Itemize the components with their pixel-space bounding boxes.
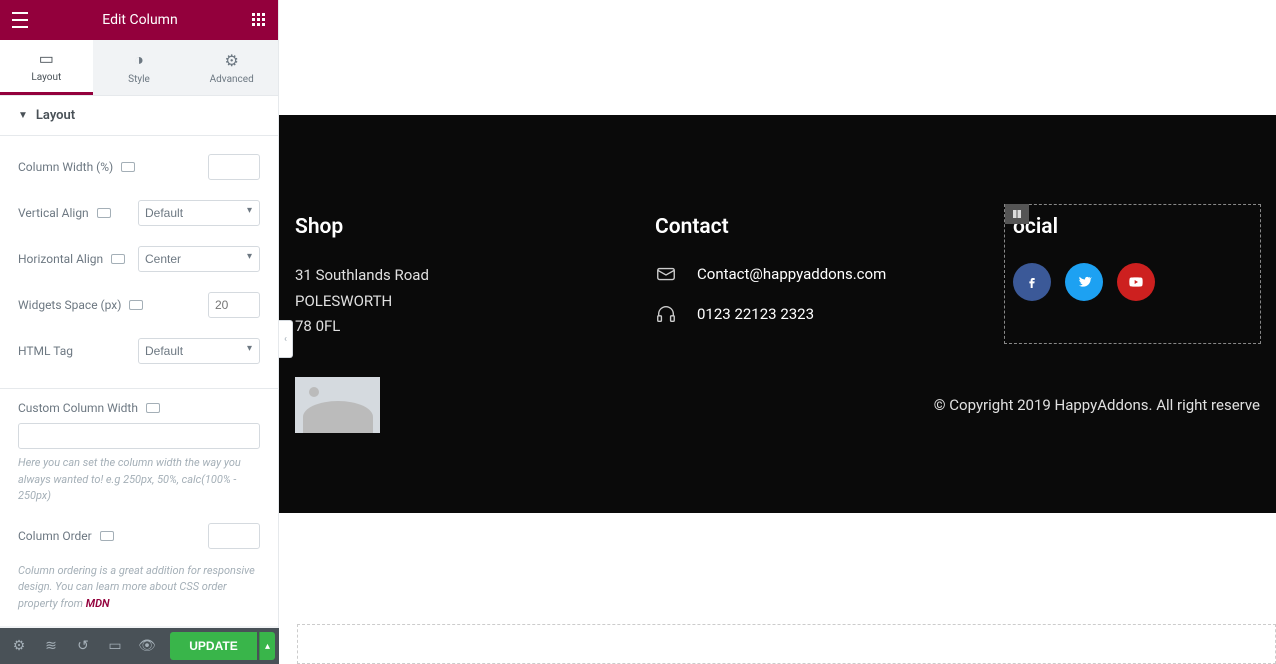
custom-width-hint: Here you can set the column width the wa… <box>18 455 260 505</box>
column-width-label: Column Width (%) <box>18 160 113 174</box>
editor-tabs: ▭ Layout ◑ Style ⚙ Advanced <box>0 40 278 96</box>
contact-phone: 0123 22123 2323 <box>697 305 814 323</box>
contact-phone-row: 0123 22123 2323 <box>655 303 945 325</box>
tab-advanced-label: Advanced <box>210 74 254 85</box>
copyright-text: © Copyright 2019 HappyAddons. All right … <box>934 396 1260 414</box>
contact-heading: Contact <box>655 215 945 239</box>
new-section-dropzone[interactable] <box>297 624 1276 664</box>
shop-address-line1: 31 Southlands Road <box>295 263 595 289</box>
social-icons-row <box>1013 263 1252 301</box>
collapse-panel-handle[interactable]: ‹ <box>279 320 293 358</box>
preview-button[interactable]: 👁 <box>132 632 162 660</box>
hamburger-menu-icon[interactable] <box>12 12 28 28</box>
youtube-icon <box>1128 274 1144 290</box>
headphones-icon <box>655 303 677 325</box>
history-button[interactable]: ↺ <box>68 632 98 660</box>
responsive-device-icon[interactable] <box>129 300 143 310</box>
column-width-row: Column Width (%) <box>18 144 260 190</box>
editor-sidebar: Edit Column ▭ Layout ◑ Style ⚙ Advanced … <box>0 0 279 664</box>
vertical-align-label: Vertical Align <box>18 206 89 220</box>
contact-email: Contact@happyaddons.com <box>697 265 886 283</box>
responsive-mode-button[interactable]: ▭ <box>100 632 130 660</box>
shop-address-line2: POLESWORTH <box>295 289 595 315</box>
elements-grid-icon[interactable] <box>252 13 266 27</box>
responsive-device-icon[interactable] <box>97 208 111 218</box>
sidebar-header: Edit Column <box>0 0 278 40</box>
footer-social-column[interactable]: ocial <box>1005 205 1260 343</box>
panel-body: ▼ Layout Column Width (%) Vertical Align <box>0 96 278 664</box>
settings-button[interactable]: ⚙ <box>4 632 34 660</box>
responsive-device-icon[interactable] <box>111 254 125 264</box>
preview-canvas: ‹ Shop 31 Southlands Road POLESWORTH 78 … <box>279 0 1276 664</box>
contact-email-row: Contact@happyaddons.com <box>655 263 945 285</box>
widgets-space-input[interactable] <box>208 292 260 318</box>
envelope-icon <box>655 263 677 285</box>
column-order-hint: Column ordering is a great addition for … <box>18 563 260 613</box>
column-order-label: Column Order <box>18 529 92 543</box>
tab-advanced[interactable]: ⚙ Advanced <box>185 40 278 95</box>
social-heading: ocial <box>1013 205 1252 239</box>
footer-logo-placeholder[interactable] <box>295 377 380 433</box>
caret-down-icon: ▼ <box>18 110 28 121</box>
footer-contact-column: Contact Contact@happyaddons.com 0123 221… <box>655 215 945 343</box>
column-edit-handle[interactable] <box>1005 204 1029 224</box>
vertical-align-row: Vertical Align <box>18 190 260 236</box>
footer-bottom-row: © Copyright 2019 HappyAddons. All right … <box>295 377 1260 433</box>
responsive-device-icon[interactable] <box>121 162 135 172</box>
bottom-toolbar: ⚙ ≋ ↺ ▭ 👁 UPDATE ▴ <box>0 628 279 664</box>
style-tab-icon: ◑ <box>134 50 144 70</box>
column-order-section: Column Order Column ordering is a great … <box>0 519 278 627</box>
column-width-input[interactable] <box>208 154 260 180</box>
update-caret-button[interactable]: ▴ <box>259 632 275 660</box>
vertical-align-select[interactable] <box>138 200 260 226</box>
twitter-icon <box>1076 274 1092 290</box>
custom-width-section: Custom Column Width Here you can set the… <box>0 389 278 519</box>
sidebar-title: Edit Column <box>102 12 177 28</box>
twitter-link[interactable] <box>1065 263 1103 301</box>
column-order-input[interactable] <box>208 523 260 549</box>
widgets-space-row: Widgets Space (px) <box>18 282 260 328</box>
tab-layout-label: Layout <box>31 72 61 83</box>
advanced-tab-icon: ⚙ <box>225 51 239 70</box>
shop-heading: Shop <box>295 215 595 239</box>
html-tag-label: HTML Tag <box>18 344 73 358</box>
update-button[interactable]: UPDATE <box>170 632 257 660</box>
responsive-device-icon[interactable] <box>146 403 160 413</box>
navigator-button[interactable]: ≋ <box>36 632 66 660</box>
widgets-space-label: Widgets Space (px) <box>18 298 121 312</box>
layout-tab-icon: ▭ <box>39 49 54 68</box>
responsive-device-icon[interactable] <box>100 531 114 541</box>
layout-section-label: Layout <box>36 108 75 123</box>
facebook-icon <box>1024 274 1040 290</box>
horizontal-align-select[interactable] <box>138 246 260 272</box>
html-tag-select[interactable] <box>138 338 260 364</box>
custom-width-input[interactable] <box>18 423 260 449</box>
layout-section-header[interactable]: ▼ Layout <box>0 96 278 136</box>
horizontal-align-label: Horizontal Align <box>18 252 103 266</box>
tab-style[interactable]: ◑ Style <box>93 40 186 95</box>
tab-layout[interactable]: ▭ Layout <box>0 40 93 95</box>
footer-shop-column: Shop 31 Southlands Road POLESWORTH 78 0F… <box>295 215 595 343</box>
layout-controls: Column Width (%) Vertical Align Horizont… <box>0 136 278 389</box>
html-tag-row: HTML Tag <box>18 328 260 374</box>
column-handle-icon <box>1011 208 1023 220</box>
shop-address-line3: 78 0FL <box>295 314 595 340</box>
custom-width-label: Custom Column Width <box>18 401 138 415</box>
tab-style-label: Style <box>128 74 150 85</box>
horizontal-align-row: Horizontal Align <box>18 236 260 282</box>
footer-columns: Shop 31 Southlands Road POLESWORTH 78 0F… <box>295 215 1260 343</box>
page-footer: Shop 31 Southlands Road POLESWORTH 78 0F… <box>279 115 1276 513</box>
youtube-link[interactable] <box>1117 263 1155 301</box>
facebook-link[interactable] <box>1013 263 1051 301</box>
mdn-link[interactable]: MDN <box>86 597 110 610</box>
